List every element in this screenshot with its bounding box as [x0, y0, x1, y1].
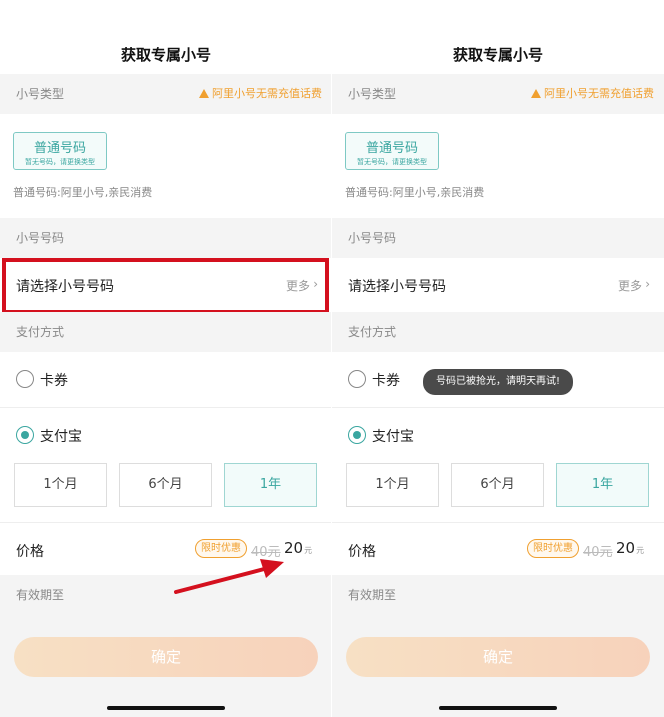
section-header-number: 小号号码	[332, 218, 664, 258]
warning-notice: 阿里小号无需充值话费	[531, 74, 654, 114]
choose-number-label: 请选择小号号码	[348, 279, 446, 295]
pay-option-label: 卡券	[40, 373, 68, 389]
duration-6-months[interactable]: 6个月	[451, 463, 544, 507]
type-area: 普通号码 暂无号码，请更换类型 普通号码:阿里小号,亲民消费	[332, 114, 664, 218]
choose-number-row[interactable]: 请选择小号号码 更多 ›	[332, 258, 664, 312]
currency-unit: 元	[304, 546, 313, 555]
type-area: 普通号码 暂无号码，请更换类型 普通号码:阿里小号,亲民消费	[0, 114, 332, 218]
section-header-number: 小号号码	[0, 218, 332, 258]
right-phone-screen: 获取专属小号 小号类型 阿里小号无需充值话费 普通号码 暂无号码，请更换类型 普…	[332, 0, 664, 717]
warning-text: 阿里小号无需充值话费	[212, 87, 322, 100]
section-header-payment: 支付方式	[0, 312, 332, 352]
new-price: 20元	[284, 539, 312, 557]
type-card-main-label: 普通号码	[33, 141, 86, 156]
duration-1-month[interactable]: 1个月	[346, 463, 439, 507]
section-header-type: 小号类型 阿里小号无需充值话费	[332, 74, 664, 114]
pay-option-label: 支付宝	[40, 429, 82, 445]
duration-1-year[interactable]: 1年	[556, 463, 649, 507]
page-title: 获取专属小号	[452, 46, 543, 64]
section-header-expire: 有效期至	[332, 575, 664, 615]
section-label: 小号类型	[16, 87, 65, 101]
new-price: 20元	[616, 539, 644, 557]
duration-options: 1个月 6个月 1年	[0, 462, 332, 522]
more-link[interactable]: 更多	[286, 277, 310, 294]
toast-message: 号码已被抢光，请明天再试!	[423, 369, 573, 395]
price-row: 价格 限时优惠 40元 20元	[332, 522, 664, 575]
type-card-regular[interactable]: 普通号码 暂无号码，请更换类型	[13, 132, 107, 170]
type-description: 普通号码:阿里小号,亲民消费	[345, 186, 485, 199]
promo-badge: 限时优惠	[527, 539, 579, 558]
annotation-arrow-icon	[174, 559, 284, 594]
duration-6-months[interactable]: 6个月	[119, 463, 212, 507]
choose-number-label: 请选择小号号码	[16, 279, 114, 295]
type-card-main-label: 普通号码	[365, 141, 418, 156]
pay-option-label: 支付宝	[372, 429, 414, 445]
pay-option-alipay[interactable]: 支付宝	[0, 408, 332, 464]
chevron-right-icon: ›	[645, 277, 650, 291]
footer: 确定	[332, 615, 664, 717]
pay-option-coupon[interactable]: 卡券	[0, 352, 332, 408]
currency-unit: 元	[636, 546, 645, 555]
duration-options: 1个月 6个月 1年	[332, 462, 664, 522]
radio-unchecked-icon[interactable]	[348, 370, 366, 388]
choose-number-row[interactable]: 请选择小号号码 更多 ›	[0, 258, 332, 312]
warning-icon	[531, 89, 541, 98]
old-price: 40元	[583, 545, 613, 560]
radio-unchecked-icon[interactable]	[16, 370, 34, 388]
radio-checked-icon[interactable]	[16, 426, 34, 444]
warning-notice: 阿里小号无需充值话费	[199, 74, 322, 114]
home-indicator	[439, 706, 557, 710]
confirm-button[interactable]: 确定	[14, 637, 318, 677]
page-title: 获取专属小号	[120, 46, 211, 64]
new-price-value: 20	[284, 539, 304, 557]
confirm-button[interactable]: 确定	[346, 637, 650, 677]
footer: 确定	[0, 615, 332, 717]
type-card-regular[interactable]: 普通号码 暂无号码，请更换类型	[345, 132, 439, 170]
type-card-sub-label: 暂无号码，请更换类型	[25, 158, 95, 166]
price-label: 价格	[16, 544, 44, 560]
section-header-type: 小号类型 阿里小号无需充值话费	[0, 74, 332, 114]
section-label: 小号类型	[348, 87, 397, 101]
warning-text: 阿里小号无需充值话费	[544, 87, 654, 100]
radio-checked-icon[interactable]	[348, 426, 366, 444]
left-phone-screen: 获取专属小号 小号类型 阿里小号无需充值话费 普通号码 暂无号码，请更换类型 普…	[0, 0, 332, 717]
duration-1-month[interactable]: 1个月	[14, 463, 107, 507]
duration-1-year[interactable]: 1年	[224, 463, 317, 507]
pay-option-alipay[interactable]: 支付宝	[332, 408, 664, 464]
home-indicator	[107, 706, 225, 710]
warning-icon	[199, 89, 209, 98]
type-card-sub-label: 暂无号码，请更换类型	[357, 158, 427, 166]
more-link[interactable]: 更多	[618, 277, 642, 294]
chevron-right-icon: ›	[313, 277, 318, 291]
new-price-value: 20	[616, 539, 636, 557]
pay-option-label: 卡券	[372, 373, 400, 389]
price-label: 价格	[348, 544, 376, 560]
type-description: 普通号码:阿里小号,亲民消费	[13, 186, 153, 199]
section-header-payment: 支付方式	[332, 312, 664, 352]
